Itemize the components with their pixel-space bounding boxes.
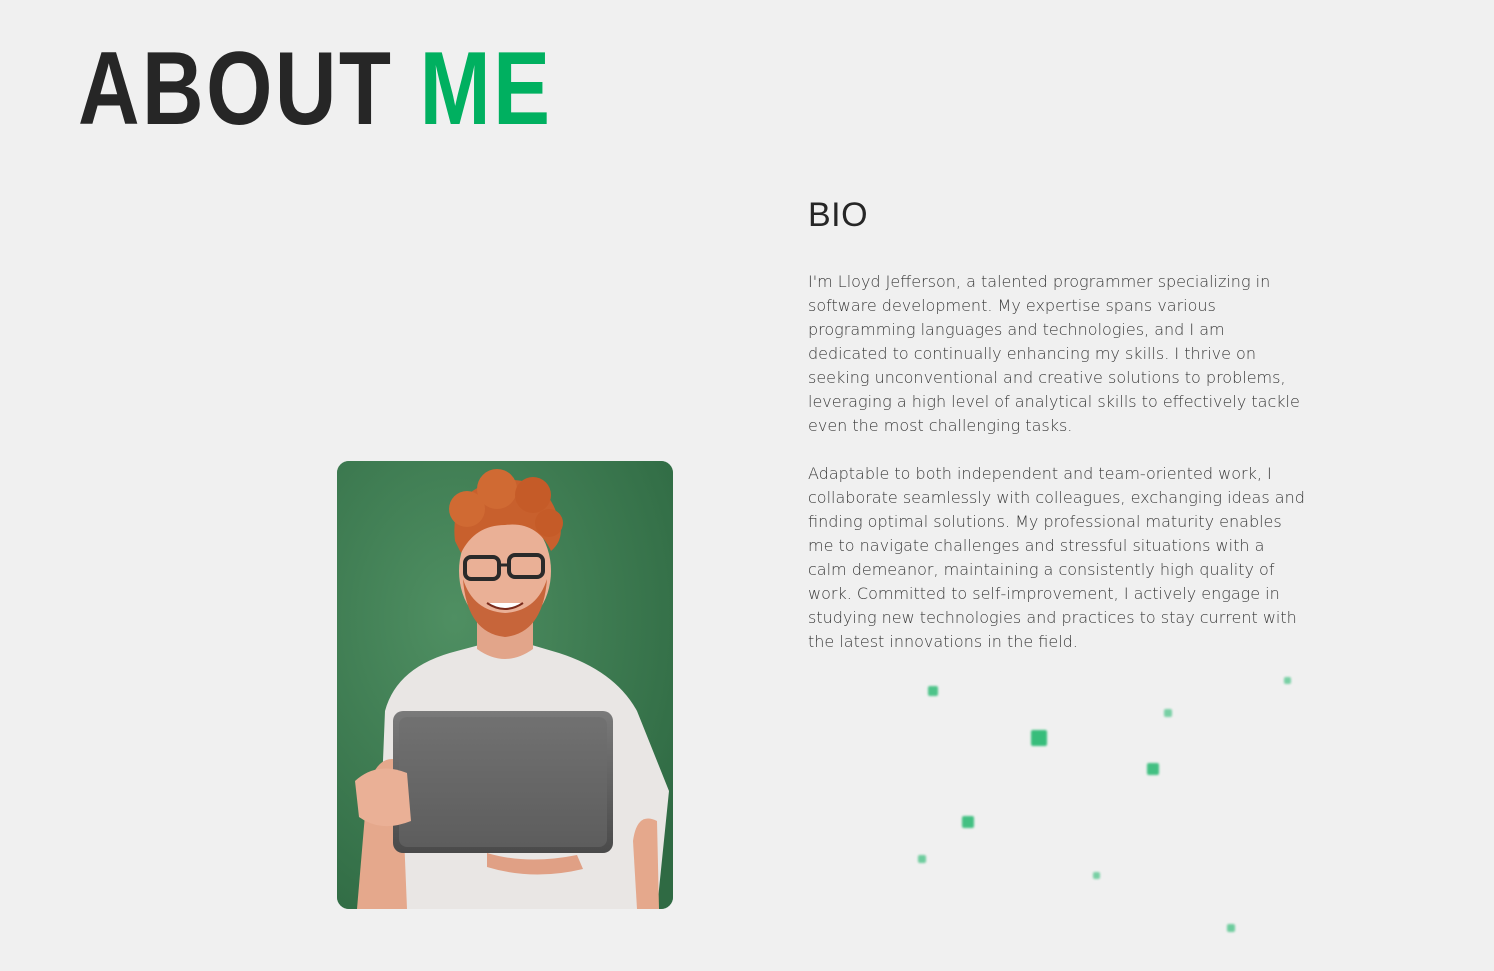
page-title: ABOUT ME xyxy=(78,37,552,141)
page-title-word-me: ME xyxy=(419,31,553,147)
particle-dot xyxy=(1031,730,1047,746)
page-title-word-about: ABOUT xyxy=(78,31,394,147)
profile-photo xyxy=(337,461,673,909)
particle-dot xyxy=(1093,872,1100,879)
particle-dot xyxy=(962,816,974,828)
particle-dot xyxy=(1147,763,1159,775)
particle-dot xyxy=(928,686,938,696)
bio-paragraph-2: Adaptable to both independent and team-o… xyxy=(808,464,1305,651)
portrait-photo-illustration xyxy=(337,461,673,909)
bio-paragraph-1: I'm Lloyd Jefferson, a talented programm… xyxy=(808,272,1300,435)
particle-dot xyxy=(1164,709,1172,717)
bio-heading: BIO xyxy=(808,196,869,234)
particle-dot xyxy=(1284,677,1291,684)
particle-dot xyxy=(1227,924,1235,932)
bio-section: BIO I'm Lloyd Jefferson, a talented prog… xyxy=(808,192,1308,654)
particle-dot xyxy=(918,855,926,863)
